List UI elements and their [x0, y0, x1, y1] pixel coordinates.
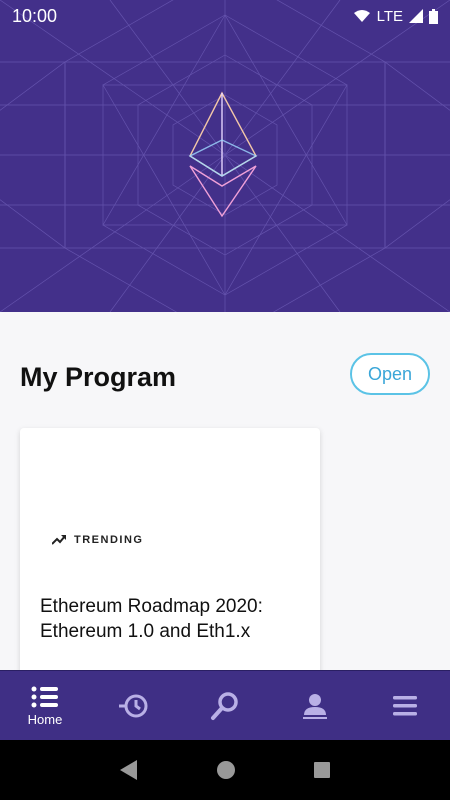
- status-bar: 10:00 LTE: [0, 0, 450, 32]
- nav-history[interactable]: [105, 671, 165, 741]
- wifi-icon: [353, 10, 370, 22]
- trending-icon: [52, 535, 66, 545]
- nav-home[interactable]: Home: [15, 671, 75, 741]
- recents-icon[interactable]: [313, 761, 331, 779]
- section-title: My Program: [20, 362, 177, 392]
- signal-icon: [409, 9, 423, 23]
- system-navigation-bar: [0, 740, 450, 800]
- nav-profile[interactable]: [285, 671, 345, 741]
- profile-icon: [303, 694, 327, 719]
- list-icon: [31, 686, 58, 707]
- battery-icon: [429, 8, 438, 24]
- nav-home-label: Home: [27, 711, 63, 727]
- ethereum-logo: [188, 91, 258, 218]
- status-time: 10:00: [12, 5, 58, 26]
- search-icon: [211, 692, 238, 720]
- card-title: Ethereum Roadmap 2020: Ethereum 1.0 and …: [40, 596, 263, 642]
- history-icon: [119, 694, 148, 718]
- program-card[interactable]: TRENDING Ethereum Roadmap 2020: Ethereum…: [20, 428, 320, 670]
- home-circle-icon[interactable]: [216, 760, 236, 780]
- main-content: My Program Open TRENDING Ethereum Roadma…: [0, 312, 450, 670]
- nav-search[interactable]: [195, 671, 255, 741]
- network-type: LTE: [376, 7, 403, 25]
- back-icon[interactable]: [119, 759, 139, 781]
- trending-label: TRENDING: [74, 534, 144, 546]
- menu-icon: [393, 696, 417, 716]
- nav-menu[interactable]: [375, 671, 435, 741]
- open-button[interactable]: Open: [350, 353, 430, 395]
- bottom-navigation: Home: [0, 670, 450, 741]
- hero-banner: 10:00 LTE: [0, 0, 450, 312]
- geometric-pattern: [0, 0, 450, 312]
- trending-badge: TRENDING: [52, 534, 143, 546]
